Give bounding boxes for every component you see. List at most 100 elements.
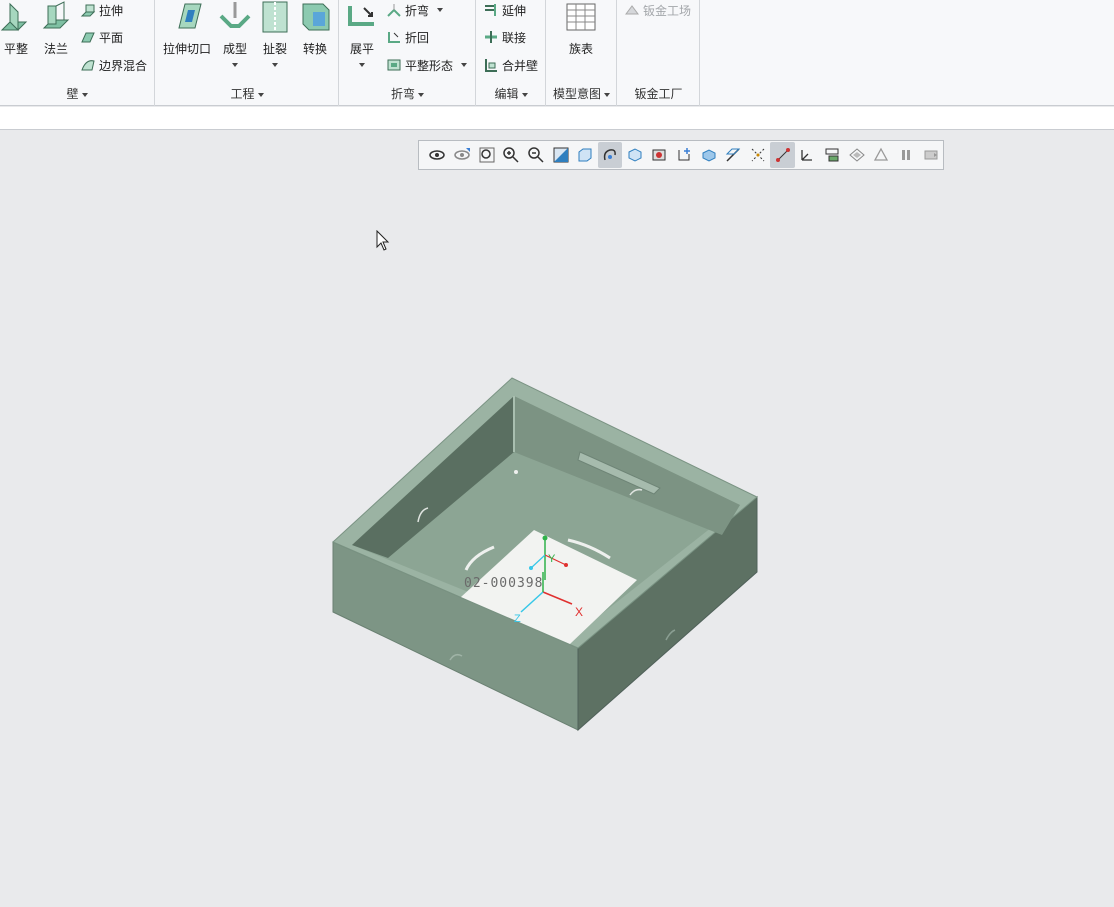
bend-back-label: 折回: [405, 30, 430, 45]
flat-state-label: 平整形态: [405, 58, 454, 73]
sheetmetal-box-model[interactable]: Y X Z 02-000398: [320, 370, 770, 740]
extrude-icon: [80, 4, 96, 17]
chevron-down-icon: [521, 92, 528, 97]
spin-center-icon[interactable]: [597, 142, 623, 168]
boundary-blend-icon: [81, 60, 95, 71]
flange-button[interactable]: 法兰: [38, 0, 74, 57]
coordinate-systems-icon[interactable]: [795, 142, 820, 168]
unbend-button[interactable]: 展平: [344, 0, 380, 67]
family-table-label: 族表: [568, 42, 593, 56]
sheetmetal-workshop-icon: [625, 5, 639, 15]
flat-state-button[interactable]: 平整形态: [386, 55, 468, 75]
chevron-down-icon: [604, 92, 610, 97]
bend-group-label[interactable]: 折弯: [340, 85, 475, 102]
merge-walls-button[interactable]: 合并壁: [483, 55, 538, 75]
layers-icon[interactable]: [844, 142, 869, 168]
pause-icon[interactable]: [894, 142, 919, 168]
bend-group-text: 折弯: [390, 87, 415, 101]
form-label: 成型: [222, 42, 247, 56]
datum-planes-icon[interactable]: [721, 142, 746, 168]
extend-icon: [485, 4, 496, 16]
bend-group: 展平 折弯 折回 平整形态 折弯: [340, 0, 476, 106]
planar-label: 平面: [99, 30, 124, 45]
repaint-icon[interactable]: [548, 142, 573, 168]
form-dropdown-icon[interactable]: [232, 63, 238, 67]
planar-icon: [81, 32, 95, 43]
sheetmetal-workshop-label: 钣金工场: [643, 3, 692, 18]
chevron-down-icon: [257, 92, 264, 97]
unbend-icon: [348, 6, 374, 26]
graphics-toolbar: [418, 140, 944, 170]
chevron-down-icon[interactable]: [437, 8, 444, 12]
csys-x-label: X: [575, 605, 583, 619]
boundary-blend-button[interactable]: 边界混合: [80, 55, 147, 75]
extrude-cut-button[interactable]: 拉伸切口: [162, 0, 212, 57]
extrude-button[interactable]: 拉伸: [80, 0, 123, 20]
display-style-icon[interactable]: [573, 142, 598, 168]
unbend-label: 展平: [349, 42, 374, 56]
sheetmetal-factory-group-text: 钣金工厂: [634, 87, 683, 101]
chevron-down-icon[interactable]: [461, 63, 468, 67]
bend-button[interactable]: 折弯: [386, 0, 444, 20]
edit-group-label[interactable]: 编辑: [477, 85, 545, 102]
engineering-group-text: 工程: [230, 87, 255, 101]
datum-points-icon[interactable]: [770, 142, 796, 168]
chevron-down-icon: [418, 92, 424, 97]
annotation-display-icon[interactable]: [672, 142, 697, 168]
csys-y-label: Y: [548, 553, 556, 565]
wall-group: 平整 法兰 拉伸 平面 边界混合 壁: [0, 0, 155, 106]
join-button[interactable]: 联接: [483, 27, 526, 47]
mouse-cursor-icon: [376, 230, 390, 251]
bend-icon: [387, 4, 401, 17]
sheetmetal-workshop-button[interactable]: 钣金工场: [624, 0, 691, 20]
view-manager-icon[interactable]: [450, 142, 475, 168]
csys-z-label: Z: [514, 613, 521, 625]
extend-button[interactable]: 延伸: [483, 0, 526, 20]
family-table-button[interactable]: 族表: [564, 0, 598, 57]
extrude-cut-icon: [178, 3, 202, 29]
extrude-cut-label: 拉伸切口: [162, 42, 211, 56]
convert-button[interactable]: 转换: [298, 0, 332, 57]
model-intent-group-text: 模型意图: [552, 87, 601, 101]
planar-button[interactable]: 平面: [80, 27, 123, 47]
wall-group-text: 壁: [66, 87, 79, 101]
rip-button[interactable]: 扯裂: [258, 0, 292, 67]
bend-back-icon: [388, 32, 400, 43]
next-icon[interactable]: [918, 142, 943, 168]
saved-views-icon[interactable]: [622, 142, 647, 168]
ribbon-bottom-strip: [0, 107, 1114, 130]
chevron-down-icon: [81, 92, 88, 97]
datum-axes-icon[interactable]: [746, 142, 771, 168]
flat-wall-button[interactable]: 平整: [0, 0, 32, 57]
edit-group: 延伸 联接 合并壁 编辑: [477, 0, 546, 106]
join-label: 联接: [502, 30, 527, 45]
bend-back-button[interactable]: 折回: [386, 27, 429, 47]
refit-icon[interactable]: [474, 142, 499, 168]
saved-orientation-icon[interactable]: [425, 142, 450, 168]
unbend-dropdown-icon[interactable]: [359, 63, 365, 67]
engineering-group-label[interactable]: 工程: [156, 85, 338, 102]
join-icon: [485, 31, 497, 43]
edit-group-text: 编辑: [494, 87, 519, 101]
wall-group-label[interactable]: 壁: [0, 85, 154, 102]
section-icon[interactable]: [696, 142, 721, 168]
bend-label: 折弯: [405, 3, 430, 18]
engineering-group: 拉伸切口 成型 扯裂 转换 工程: [156, 0, 339, 106]
form-icon: [219, 2, 251, 28]
sheetmetal-factory-group: 钣金工场 钣金工厂: [618, 0, 700, 106]
convert-icon: [302, 3, 330, 31]
part-number-label: 02-000398: [464, 576, 543, 591]
model-tree-display-icon[interactable]: [820, 142, 845, 168]
zoom-out-icon[interactable]: [524, 142, 549, 168]
zoom-in-icon[interactable]: [499, 142, 524, 168]
appearance-icon[interactable]: [647, 142, 672, 168]
sheetmetal-factory-group-label: 钣金工厂: [618, 85, 699, 102]
rip-dropdown-icon[interactable]: [272, 63, 278, 67]
flat-state-icon: [387, 59, 401, 71]
flat-wall-icon: [0, 2, 28, 32]
extrude-label: 拉伸: [99, 3, 124, 18]
simplified-rep-icon[interactable]: [869, 142, 894, 168]
ribbon: 平整 法兰 拉伸 平面 边界混合 壁 拉伸切口 成型 扯裂 转换 工程 展平 折…: [0, 0, 1114, 106]
model-intent-group-label[interactable]: 模型意图: [547, 85, 616, 102]
form-button[interactable]: 成型: [218, 0, 252, 67]
